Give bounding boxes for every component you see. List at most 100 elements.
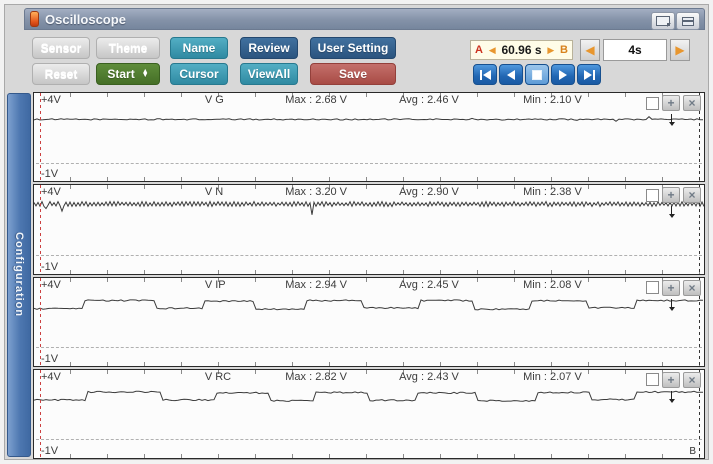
channel-name: V G — [205, 94, 224, 106]
stacked-bars-glyph — [682, 17, 694, 26]
top-tick-marks — [34, 278, 704, 282]
channel-min-value: Min : 2.38 V — [523, 186, 582, 198]
channel-name: V RC — [205, 371, 231, 383]
channel-controls: + × — [646, 280, 701, 296]
top-scale-label: +4V — [41, 186, 61, 198]
configuration-tab[interactable]: Configuration — [7, 93, 31, 457]
skip-to-start-button[interactable] — [473, 64, 497, 85]
window-title: Oscilloscope — [45, 12, 126, 27]
top-tick-marks — [34, 185, 704, 189]
zoom-plus-icon[interactable]: + — [662, 95, 680, 111]
channel-checkbox[interactable] — [646, 373, 659, 386]
top-scale-label: +4V — [41, 371, 61, 383]
trigger-marker-icon — [671, 299, 672, 308]
bottom-scale-label: -1V — [41, 353, 58, 365]
theme-button[interactable]: Theme — [96, 37, 160, 59]
waveform-trace — [34, 278, 704, 366]
bottom-tick-marks — [34, 270, 704, 274]
channel-min-value: Min : 2.10 V — [523, 94, 582, 106]
user-setting-button[interactable]: User Setting — [310, 37, 396, 59]
bottom-tick-marks — [34, 177, 704, 181]
top-tick-marks — [34, 93, 704, 97]
trigger-marker-icon — [671, 391, 672, 400]
sensor-button[interactable]: Sensor — [32, 37, 90, 59]
b-cursor-label: B — [560, 44, 568, 56]
oscilloscope-window: Oscilloscope Sensor Theme Name Review User S… — [0, 0, 713, 464]
bar-glyph — [593, 70, 595, 80]
cursor-button[interactable]: Cursor — [170, 63, 228, 85]
close-channel-icon[interactable]: × — [683, 280, 701, 296]
close-channel-icon[interactable]: × — [683, 372, 701, 388]
close-channel-icon[interactable]: × — [683, 187, 701, 203]
monitor-glyph — [656, 16, 670, 26]
bottom-tick-marks — [34, 362, 704, 366]
triangle-right-icon — [559, 70, 567, 80]
ab-time-value: 60.96 s — [501, 43, 541, 57]
bottom-tick-marks — [34, 454, 704, 458]
timebase-increase-button[interactable]: ▶ — [670, 39, 690, 61]
zero-volt-gridline — [36, 163, 702, 164]
zero-volt-gridline — [36, 347, 702, 348]
bottom-scale-label: -1V — [41, 445, 58, 457]
zoom-plus-icon[interactable]: + — [662, 280, 680, 296]
channel-controls: + × — [646, 187, 701, 203]
channel-checkbox[interactable] — [646, 97, 659, 110]
waveform-trace — [34, 370, 704, 458]
channel-max-value: Max : 2.94 V — [285, 279, 347, 291]
channel-controls: + × — [646, 95, 701, 111]
step-back-button[interactable] — [499, 64, 523, 85]
zero-volt-gridline — [36, 439, 702, 440]
channel-avg-value: Avg : 2.90 V — [399, 186, 459, 198]
b-right-arrow-icon[interactable]: ▶ — [547, 45, 554, 56]
save-button[interactable]: Save — [310, 63, 396, 85]
zero-volt-gridline — [36, 255, 702, 256]
channel-max-value: Max : 3.20 V — [285, 186, 347, 198]
start-button[interactable]: Start▲▼ — [96, 63, 160, 85]
channel-max-value: Max : 2.82 V — [285, 371, 347, 383]
triangle-left-icon — [507, 70, 515, 80]
zoom-plus-icon[interactable]: + — [662, 372, 680, 388]
channel-panel: +4V V N Max : 3.20 V Avg : 2.90 V Min : … — [33, 184, 705, 274]
bottom-scale-label: -1V — [41, 261, 58, 273]
channel-name: V N — [205, 186, 223, 198]
skip-to-end-button[interactable] — [577, 64, 601, 85]
reset-button[interactable]: Reset — [32, 63, 90, 85]
stop-button[interactable] — [525, 64, 549, 85]
timebase-value: 4s — [603, 39, 667, 61]
window-layout-icon[interactable] — [676, 12, 700, 30]
close-channel-icon[interactable]: × — [683, 95, 701, 111]
channel-min-value: Min : 2.07 V — [523, 371, 582, 383]
channel-checkbox[interactable] — [646, 189, 659, 202]
review-button[interactable]: Review — [240, 37, 298, 59]
screen-capture-icon[interactable] — [651, 12, 675, 30]
channel-name: V IP — [205, 279, 226, 291]
waveform-trace — [34, 93, 704, 181]
zoom-plus-icon[interactable]: + — [662, 187, 680, 203]
top-scale-label: +4V — [41, 279, 61, 291]
top-scale-label: +4V — [41, 94, 61, 106]
app-icon — [30, 11, 39, 27]
a-cursor-label: A — [475, 44, 483, 56]
channel-area: +4V V G Max : 2.68 V Avg : 2.46 V Min : … — [33, 92, 705, 459]
ab-range-box[interactable]: A ◀ 60.96 s ▶ B — [470, 40, 573, 60]
channel-panel: +4V V G Max : 2.68 V Avg : 2.46 V Min : … — [33, 92, 705, 182]
channel-checkbox[interactable] — [646, 281, 659, 294]
start-spinner-icon[interactable]: ▲▼ — [142, 70, 149, 78]
triangle-right-icon — [584, 70, 592, 80]
play-button[interactable] — [551, 64, 575, 85]
timebase-decrease-button[interactable]: ◀ — [580, 39, 600, 61]
a-left-arrow-icon[interactable]: ◀ — [489, 45, 496, 56]
name-button[interactable]: Name — [170, 37, 228, 59]
channel-panel: +4V V IP Max : 2.94 V Avg : 2.45 V Min :… — [33, 277, 705, 367]
trigger-marker-icon — [671, 206, 672, 215]
trigger-marker-icon — [671, 114, 672, 123]
channel-max-value: Max : 2.68 V — [285, 94, 347, 106]
waveform-trace — [34, 185, 704, 273]
channel-avg-value: Avg : 2.45 V — [399, 279, 459, 291]
viewall-button[interactable]: ViewAll — [240, 63, 298, 85]
title-bar[interactable]: Oscilloscope — [24, 8, 705, 30]
cursor-b-tag: B — [689, 446, 696, 457]
configuration-tab-label: Configuration — [13, 232, 25, 317]
stop-square-icon — [532, 70, 542, 80]
channel-min-value: Min : 2.08 V — [523, 279, 582, 291]
